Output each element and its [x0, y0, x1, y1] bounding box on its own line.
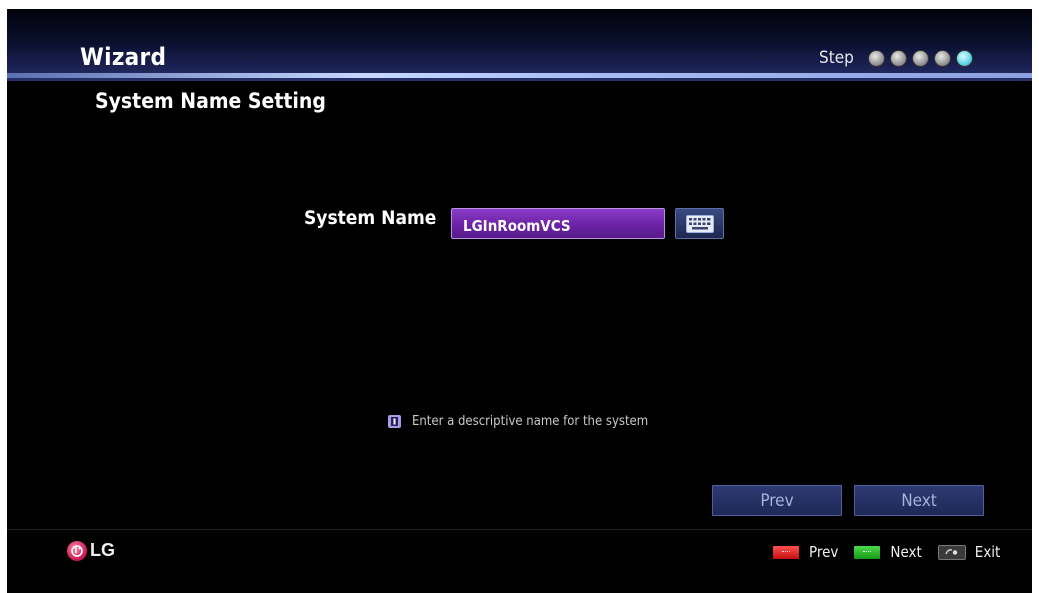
step-label: Step	[819, 48, 854, 68]
legend-exit: Exit	[974, 543, 1001, 561]
header-divider	[7, 73, 1032, 78]
remote-key-legend: Prev Next Exit	[773, 543, 1000, 561]
keyboard-icon	[685, 214, 714, 233]
step-dot-4	[934, 50, 951, 67]
green-key-icon	[854, 545, 881, 559]
legend-next: Next	[890, 543, 922, 561]
red-key-icon	[773, 545, 799, 559]
system-name-label: System Name	[304, 207, 437, 229]
hint-row: Enter a descriptive name for the system	[388, 414, 648, 429]
lg-logo-text: LG	[90, 540, 115, 560]
prev-button[interactable]: Prev	[712, 485, 842, 516]
step-dot-3	[912, 50, 929, 67]
header-bar: Wizard Step	[7, 9, 1032, 81]
lg-logo-mark-icon	[67, 540, 87, 561]
info-icon	[388, 415, 401, 428]
step-dot-1	[868, 50, 885, 67]
page-title: System Name Setting	[95, 89, 326, 113]
legend-prev: Prev	[809, 543, 839, 561]
hint-text: Enter a descriptive name for the system	[412, 414, 649, 429]
step-indicator	[868, 50, 973, 67]
keyboard-button[interactable]	[675, 208, 724, 239]
step-dot-2	[890, 50, 907, 67]
lg-logo: LG	[67, 540, 115, 561]
next-button[interactable]: Next	[854, 485, 984, 516]
wizard-screen: Wizard Step System Name Setting System N…	[7, 9, 1032, 593]
step-dot-5-current	[956, 50, 973, 67]
footer-divider	[7, 529, 1032, 530]
exit-key-icon	[937, 544, 966, 560]
wizard-title: Wizard	[80, 43, 167, 71]
system-name-input[interactable]	[451, 208, 665, 239]
